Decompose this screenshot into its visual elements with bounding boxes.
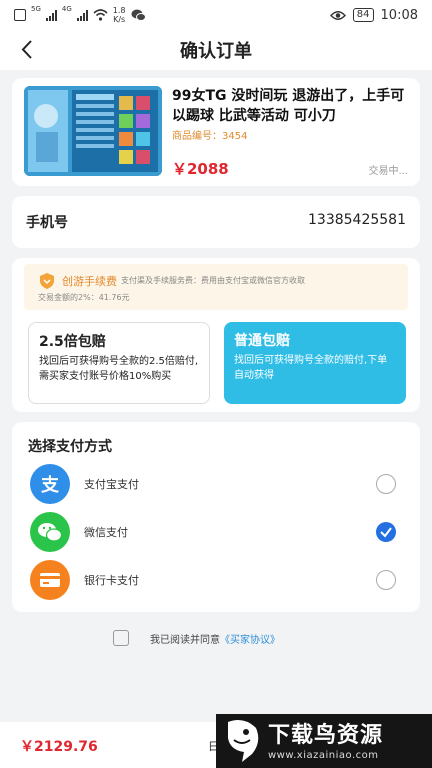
svg-text:支: 支 [40, 474, 60, 496]
bank-card-icon [30, 560, 70, 600]
status-bar: 5G 4G 1.8 K/s 84 10:08 [0, 0, 432, 30]
plan-title: 2.5倍包赔 [39, 334, 106, 350]
payment-label: 微信支付 [84, 526, 128, 539]
payment-label: 支付宝支付 [84, 478, 139, 491]
fee-amount: 交易金额的2%：41.76元 [38, 293, 130, 302]
payment-heading: 选择支付方式 [28, 439, 112, 455]
watermark: 下载鸟资源 www.xiazainiao.com [216, 714, 432, 768]
eye-icon [329, 10, 346, 20]
payment-option-bank-card[interactable]: 银行卡支付 [12, 556, 420, 604]
agreement-row: 我已阅读并同意《买家协议》 [0, 628, 432, 648]
phone-card[interactable]: 手机号 13385425581 [12, 196, 420, 248]
page-title: 确认订单 [180, 41, 252, 62]
product-title: 99女TG 没时间玩 退游出了，上手可以踢球 比武等活动 可小刀 [172, 88, 405, 124]
payment-label: 银行卡支付 [84, 574, 139, 587]
total-price: ￥2129.76 [20, 739, 98, 755]
phone-label: 手机号 [26, 215, 68, 231]
bird-logo-icon [228, 720, 259, 762]
clock: 10:08 [380, 7, 418, 23]
watermark-title: 下载鸟资源 [268, 723, 384, 748]
agreement-checkbox[interactable] [113, 630, 129, 646]
plan-description: 找回后可获得购号全款的赔付,下单自动获得 [234, 355, 388, 381]
wechat-icon [30, 512, 70, 552]
payment-option-wechat[interactable]: 微信支付 [12, 508, 420, 556]
phone-value: 13385425581 [308, 212, 406, 228]
payment-card: 选择支付方式 支 支付宝支付 微信支付 银行卡支付 [12, 422, 420, 612]
fee-description: 支付渠及手续服务费：费用由支付宝或微信官方收取 [121, 276, 305, 285]
radio-unchecked[interactable] [376, 570, 396, 590]
network-tag-5g: 5G [31, 5, 41, 13]
check-icon [380, 527, 392, 538]
network-tag-4g: 4G [61, 5, 72, 13]
wechat-status-icon [131, 9, 146, 21]
network-speed: 1.8 K/s [112, 6, 126, 24]
fee-notice: 创游手续费 支付渠及手续服务费：费用由支付宝或微信官方收取 交易金额的2%：41… [24, 264, 408, 310]
fee-title: 创游手续费 [62, 275, 117, 288]
wifi-icon [93, 9, 108, 21]
signal-icon [76, 9, 88, 21]
nav-bar: 确认订单 [0, 30, 432, 70]
shield-icon [40, 273, 54, 289]
product-thumbnail [24, 86, 162, 176]
plan-option-normal[interactable]: 普通包赔 找回后可获得购号全款的赔付,下单自动获得 [224, 322, 406, 404]
product-card[interactable]: 99女TG 没时间玩 退游出了，上手可以踢球 比武等活动 可小刀 商品编号：34… [12, 78, 420, 186]
product-status: 交易中... [368, 166, 408, 177]
product-code: 商品编号：3454 [172, 131, 248, 142]
plan-title: 普通包赔 [234, 333, 290, 349]
payment-option-alipay[interactable]: 支 支付宝支付 [12, 460, 420, 508]
battery-indicator: 84 [352, 8, 374, 22]
radio-checked[interactable] [376, 522, 396, 542]
agreement-text: 我已阅读并同意《买家协议》 [150, 635, 280, 646]
product-price: ￥2088 [172, 160, 229, 178]
agreement-link[interactable]: 《买家协议》 [220, 635, 280, 646]
alipay-icon: 支 [30, 464, 70, 504]
watermark-url: www.xiazainiao.com [268, 750, 379, 761]
plan-option-2.5x[interactable]: 2.5倍包赔 找回后可获得购号全款的2.5倍赔付,需买家支付账号价格10%购买 [28, 322, 210, 404]
plan-description: 找回后可获得购号全款的2.5倍赔付,需买家支付账号价格10%购买 [39, 356, 199, 382]
radio-unchecked[interactable] [376, 474, 396, 494]
notification-icon [14, 9, 26, 21]
signal-icon [45, 9, 57, 21]
guarantee-card: 创游手续费 支付渠及手续服务费：费用由支付宝或微信官方收取 交易金额的2%：41… [12, 258, 420, 412]
